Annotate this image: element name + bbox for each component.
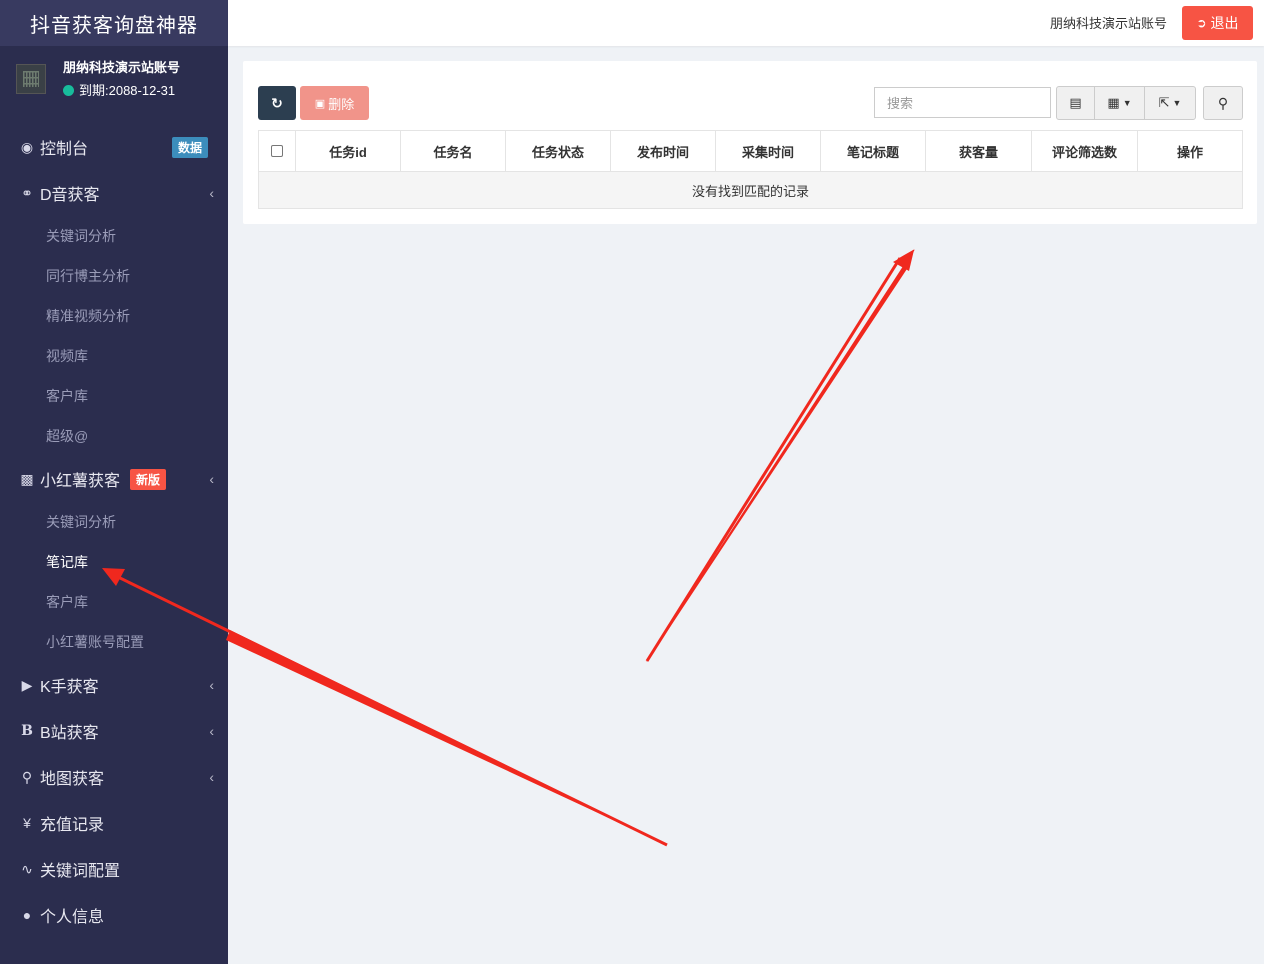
sidebar: 抖音获客询盘神器 朋纳科技演示站账号 到期:2088-12-31 ◉ 控制台 数… (0, 0, 228, 964)
column-header-comment-filter-count[interactable]: 评论筛选数 (1032, 131, 1138, 171)
column-header-collect-time[interactable]: 采集时间 (716, 131, 821, 171)
sidebar-item-profile[interactable]: ● 个人信息 (0, 892, 228, 938)
select-all-checkbox-cell (259, 131, 296, 171)
sidebar-item-label: 关键词配置 (40, 863, 121, 880)
sidebar-item-map[interactable]: ⚲ 地图获客 ‹ (0, 754, 228, 800)
map-marker-icon: ⚲ (21, 768, 33, 785)
column-header-lead-count[interactable]: 获客量 (926, 131, 1032, 171)
export-icon: ⇱ (1158, 95, 1170, 110)
sidebar-subitem-customer-library[interactable]: 客户库 (0, 376, 228, 416)
sidebar-item-keyword-config[interactable]: ∿ 关键词配置 (0, 846, 228, 892)
refresh-icon: ↻ (271, 94, 283, 111)
rss-icon: ∿ (21, 860, 33, 877)
chevron-left-icon: ‹ (209, 723, 214, 739)
chevron-left-icon: ‹ (209, 471, 214, 487)
sidebar-item-label: 充值记录 (40, 817, 105, 834)
delete-button[interactable]: ▣ 删除 (300, 86, 369, 120)
sidebar-item-dashboard[interactable]: ◉ 控制台 数据 (0, 124, 228, 170)
data-badge: 数据 (172, 136, 209, 158)
sidebar-item-label: D音获客 (40, 187, 100, 204)
annotation-arrow-to-table (645, 249, 915, 662)
sidebar-item-label: K手获客 (40, 679, 99, 696)
table-tools: ▤ ▦ ▼ ⇱ ▼ (1056, 86, 1196, 120)
sidebar-menu: ◉ 控制台 数据 ⚭ D音获客 ‹ 关键词分析 同行博主分析 精准视频分析 视频… (0, 124, 228, 938)
chevron-left-icon: ‹ (209, 769, 214, 785)
sidebar-item-xiaohongshu[interactable]: ▩ 小红薯获客 新版 ‹ (0, 456, 228, 502)
dashboard-icon: ◉ (20, 138, 34, 155)
sidebar-subitem-video-analysis[interactable]: 精准视频分析 (0, 296, 228, 336)
sidebar-item-label: 小红薯获客 (40, 473, 121, 490)
sidebar-subitem-xhs-customer-library[interactable]: 客户库 (0, 582, 228, 622)
sidebar-item-label: 地图获客 (40, 771, 105, 788)
account-name[interactable]: 朋纳科技演示站账号 (1050, 13, 1167, 32)
new-badge: 新版 (130, 468, 167, 490)
column-header-task-status[interactable]: 任务状态 (506, 131, 611, 171)
caret-down-icon: ▼ (1122, 98, 1132, 108)
user-name: 朋纳科技演示站账号 (63, 59, 181, 75)
refresh-button[interactable]: ↻ (258, 86, 296, 120)
top-header: 朋纳科技演示站账号 ➲ 退出 (228, 0, 1264, 46)
sidebar-item-douyin[interactable]: ⚭ D音获客 ‹ (0, 170, 228, 216)
empty-table-message: 没有找到匹配的记录 (259, 172, 1242, 208)
sidebar-subitem-xhs-keyword-analysis[interactable]: 关键词分析 (0, 502, 228, 542)
avatar (16, 64, 46, 94)
search-input[interactable]: 搜索 (874, 87, 1051, 118)
handshake-icon: ⚭ (21, 184, 33, 201)
expiry-date: 到期:2088-12-31 (79, 82, 176, 98)
column-header-note-title[interactable]: 笔记标题 (821, 131, 926, 171)
list-view-icon: ▤ (1069, 95, 1082, 110)
sidebar-item-bilibili[interactable]: B B站获客 ‹ (0, 708, 228, 754)
toggle-view-button[interactable]: ▤ (1057, 87, 1095, 119)
play-circle-icon: ▶ (21, 676, 33, 693)
online-status-icon (63, 85, 74, 96)
sidebar-item-label: 个人信息 (40, 909, 105, 926)
table-header: 任务id 任务名 任务状态 发布时间 采集时间 笔记标题 获客量 评论筛选数 操… (259, 131, 1242, 172)
user-panel: 朋纳科技演示站账号 到期:2088-12-31 (0, 46, 228, 112)
sign-out-icon: ➲ (1196, 16, 1207, 30)
notes-library-panel: ↻ ▣ 删除 搜索 ▤ ▦ ▼ ⇱ ▼ ⚲ 任务id 任务名 任务状态 发布时间… (243, 61, 1257, 224)
column-header-actions[interactable]: 操作 (1138, 131, 1242, 171)
notes-table: 任务id 任务名 任务状态 发布时间 采集时间 笔记标题 获客量 评论筛选数 操… (258, 130, 1243, 209)
caret-down-icon: ▼ (1172, 98, 1182, 108)
trash-icon: ▣ (314, 97, 326, 110)
sidebar-item-label: B站获客 (40, 725, 99, 742)
bold-b-icon: B (21, 723, 33, 739)
contact-card-icon: ▩ (20, 470, 34, 487)
search-button[interactable]: ⚲ (1203, 86, 1243, 120)
user-icon: ● (22, 907, 32, 923)
sidebar-item-label: 控制台 (40, 141, 89, 158)
sidebar-subitem-keyword-analysis[interactable]: 关键词分析 (0, 216, 228, 256)
sidebar-subitem-peer-blogger[interactable]: 同行博主分析 (0, 256, 228, 296)
sidebar-subitem-super-at[interactable]: 超级@ (0, 416, 228, 456)
chevron-left-icon: ‹ (209, 677, 214, 693)
sidebar-subitem-xhs-account-config[interactable]: 小红薯账号配置 (0, 622, 228, 662)
search-icon: ⚲ (1217, 94, 1229, 111)
logout-label: 退出 (1210, 15, 1239, 31)
delete-label: 删除 (328, 96, 355, 112)
sidebar-subitem-video-library[interactable]: 视频库 (0, 336, 228, 376)
sidebar-subitem-notes-library[interactable]: 笔记库 (0, 542, 228, 582)
columns-grid-icon: ▦ (1107, 95, 1120, 110)
columns-button[interactable]: ▦ ▼ (1095, 87, 1145, 119)
column-header-task-name[interactable]: 任务名 (401, 131, 506, 171)
app-logo-title[interactable]: 抖音获客询盘神器 (0, 0, 228, 46)
yen-icon: ¥ (23, 815, 31, 831)
chevron-left-icon: ‹ (209, 185, 214, 201)
select-all-checkbox[interactable] (271, 145, 283, 157)
column-header-publish-time[interactable]: 发布时间 (611, 131, 716, 171)
export-button[interactable]: ⇱ ▼ (1145, 87, 1195, 119)
column-header-task-id[interactable]: 任务id (296, 131, 401, 171)
user-status: 到期:2088-12-31 (63, 82, 180, 100)
sidebar-item-kuaishou[interactable]: ▶ K手获客 ‹ (0, 662, 228, 708)
sidebar-item-recharge[interactable]: ¥ 充值记录 (0, 800, 228, 846)
logout-button[interactable]: ➲ 退出 (1182, 6, 1253, 40)
